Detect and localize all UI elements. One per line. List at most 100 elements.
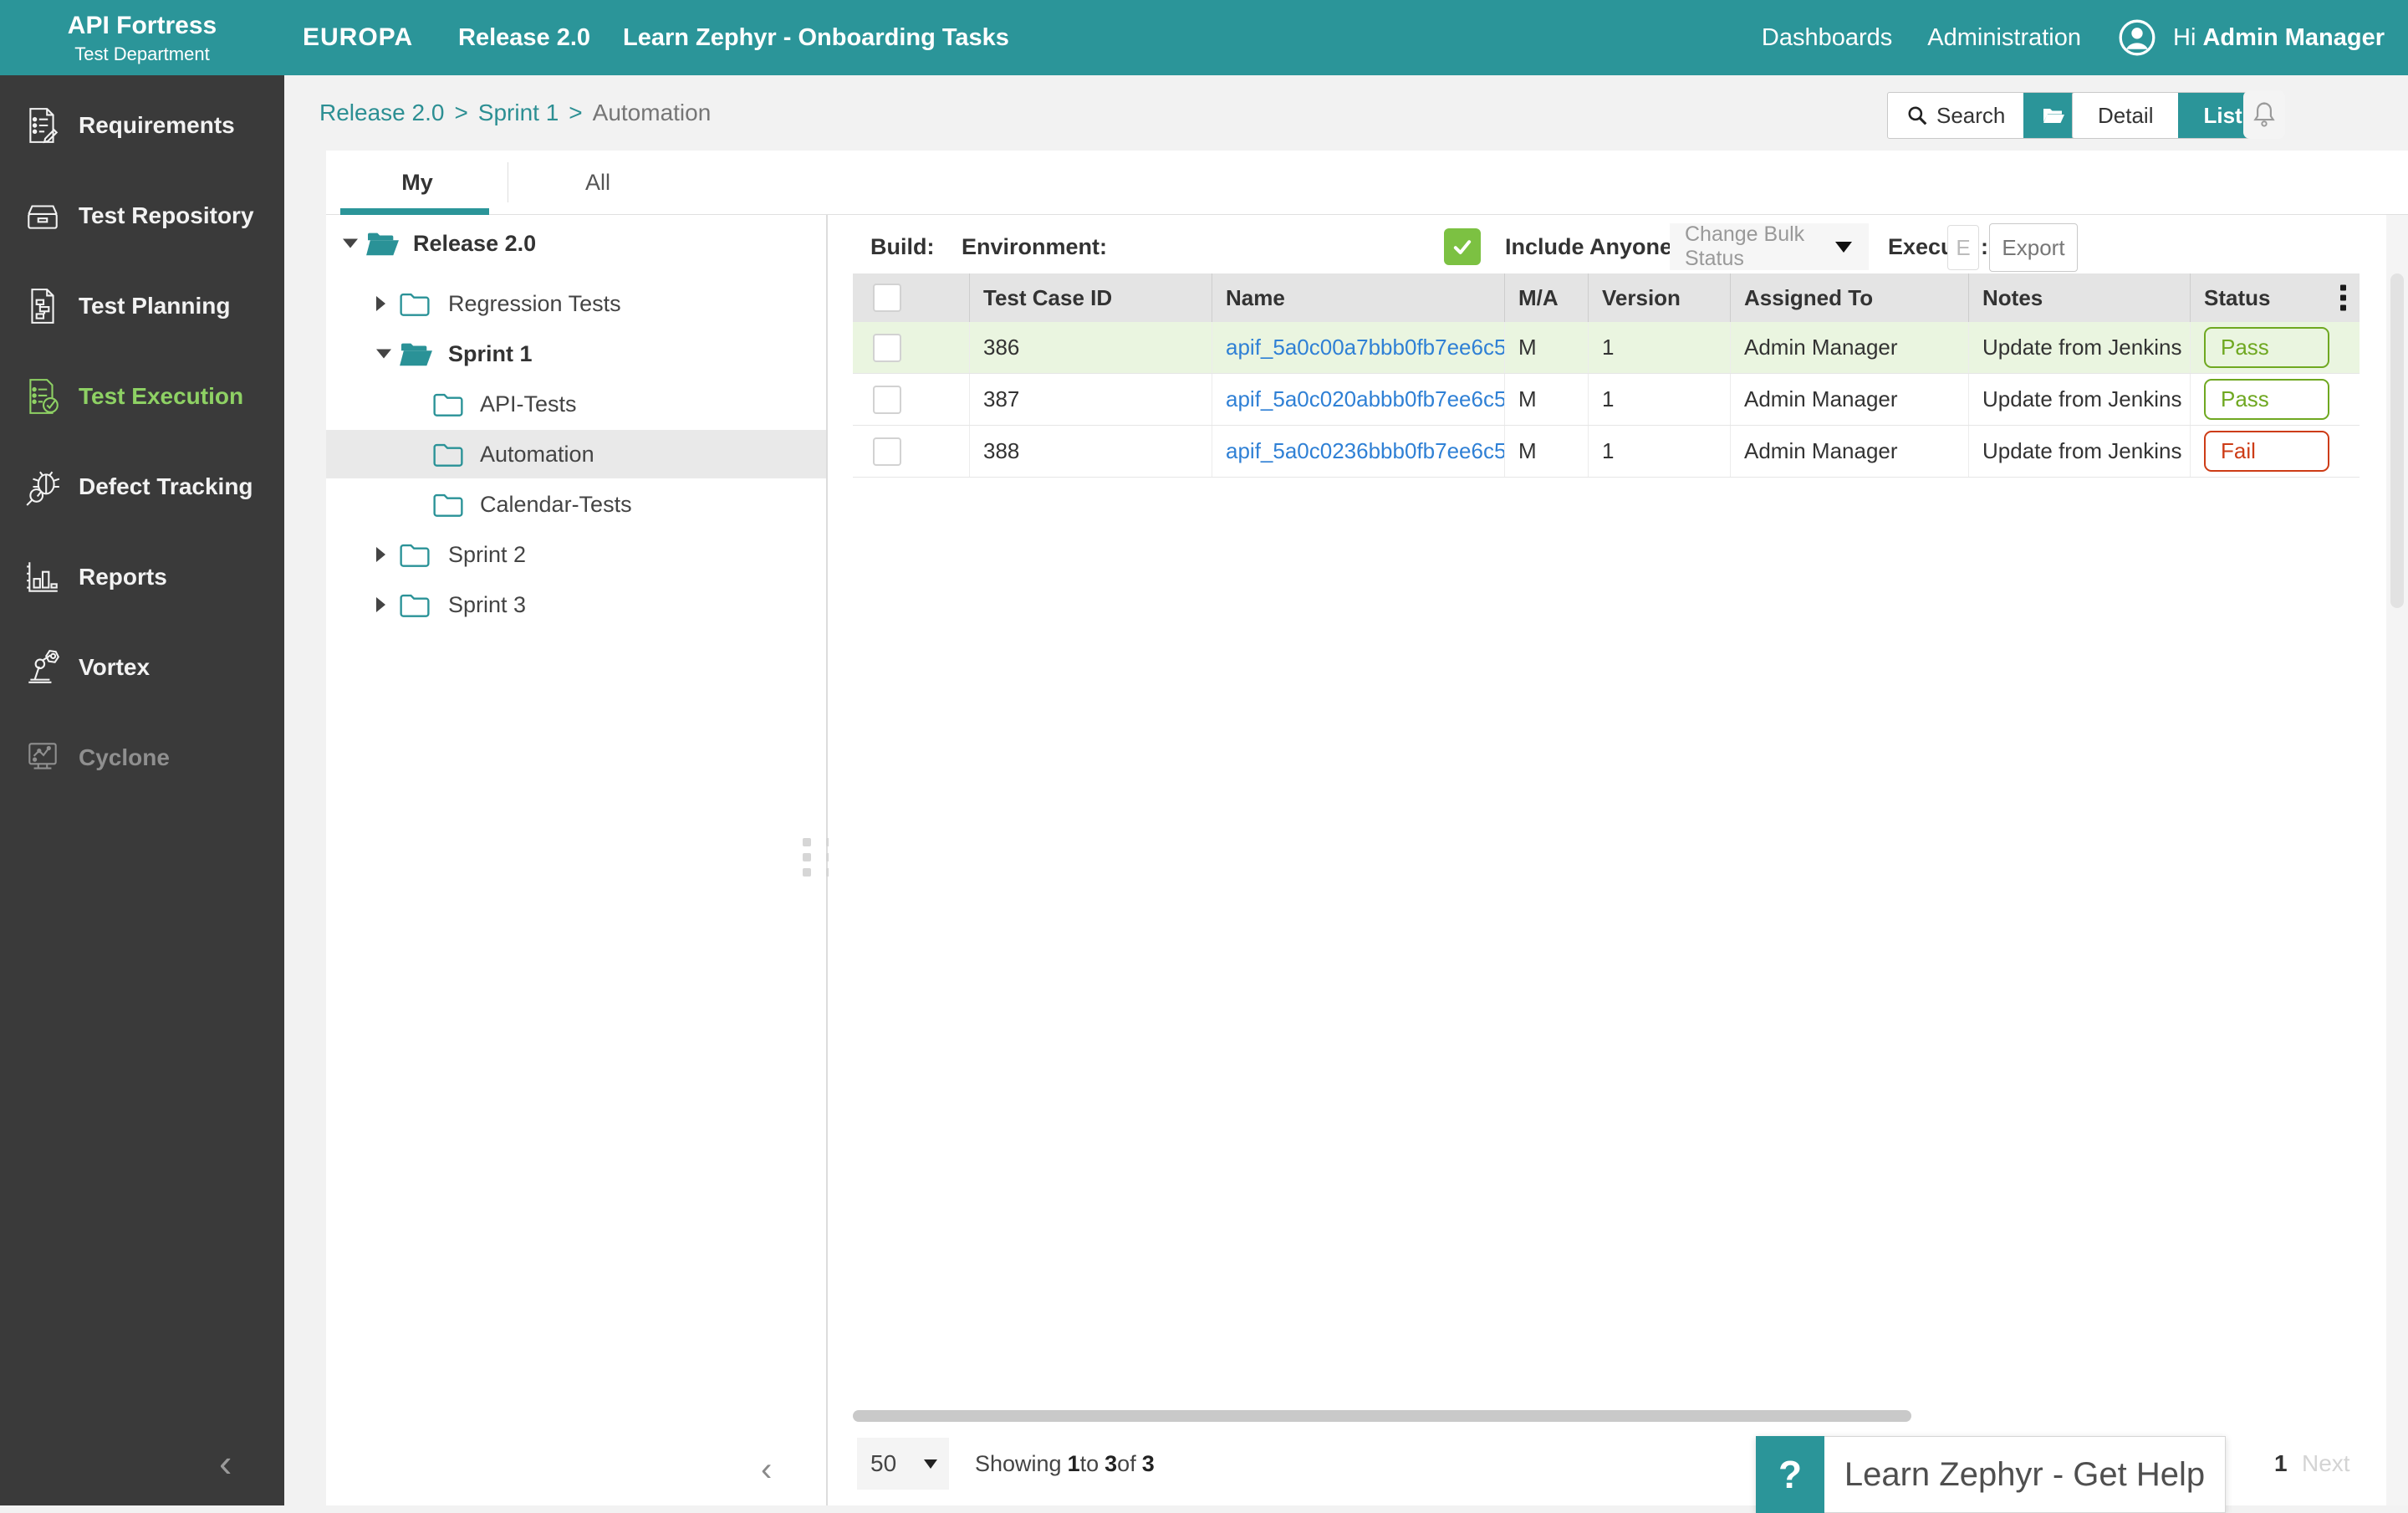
tree-item-calendar-tests[interactable]: Calendar-Tests: [326, 480, 826, 529]
sidebar: Requirements Test Repository Test Planning…: [0, 75, 284, 1505]
dashboards-link[interactable]: Dashboards: [1762, 24, 1892, 52]
sidebar-item-vortex[interactable]: Vortex: [0, 622, 284, 713]
tabs-bar: My Executions All Executions: [326, 151, 2408, 215]
tab-all-executions[interactable]: All Executions: [531, 151, 665, 214]
select-all-checkbox[interactable]: [873, 284, 901, 312]
row-checkbox[interactable]: [873, 334, 901, 362]
search-icon: [1906, 105, 1928, 126]
sidebar-item-test-execution[interactable]: Test Execution: [0, 351, 284, 442]
test-case-name-link[interactable]: apif_5a0c0236bbb0fb7ee6c5...: [1226, 438, 1505, 464]
tree-item-label: API-Tests: [480, 380, 577, 428]
cell-assigned-to: Admin Manager: [1731, 374, 1969, 425]
column-header-notes: Notes: [1969, 273, 2191, 322]
topbar-nav-release[interactable]: Release 2.0: [458, 0, 590, 75]
tree-item-sprint-2[interactable]: Sprint 2: [326, 530, 826, 579]
sidebar-item-label: Defect Tracking: [79, 473, 253, 500]
topbar-nav-project[interactable]: EUROPA: [303, 0, 413, 75]
sidebar-item-test-planning[interactable]: Test Planning: [0, 261, 284, 351]
user-avatar-icon: [2116, 17, 2158, 59]
sidebar-collapse-chevron-icon[interactable]: ‹: [219, 1440, 232, 1485]
cell-test-case-id: 388: [970, 426, 1212, 477]
tree-item-label: Sprint 2: [448, 530, 526, 579]
change-bulk-status-select[interactable]: Change Bulk Status: [1670, 223, 1869, 270]
search-button[interactable]: Search: [1888, 93, 2023, 138]
caret-down-icon[interactable]: [376, 350, 391, 359]
current-page-number[interactable]: 1: [2274, 1438, 2288, 1490]
requirements-icon: [23, 106, 62, 145]
sidebar-item-label: Requirements: [79, 112, 235, 139]
topbar: API Fortress Test Department EUROPA Rele…: [0, 0, 2408, 75]
column-options-ellipsis-icon[interactable]: [2340, 285, 2346, 311]
active-tab-underline: [340, 208, 489, 215]
sidebar-item-label: Cyclone: [79, 744, 170, 771]
tree-item-release-2-0[interactable]: Release 2.0: [326, 219, 826, 268]
export-button[interactable]: Export: [1989, 223, 2078, 272]
topbar-nav-onboarding[interactable]: Learn Zephyr - Onboarding Tasks: [623, 0, 1009, 75]
tree-item-label: Sprint 3: [448, 580, 526, 629]
sidebar-item-test-repository[interactable]: Test Repository: [0, 171, 284, 261]
sidebar-item-defect-tracking[interactable]: Defect Tracking: [0, 442, 284, 532]
sidebar-item-label: Test Execution: [79, 383, 243, 410]
test-case-name-link[interactable]: apif_5a0c00a7bbb0fb7ee6c5...: [1226, 335, 1505, 360]
administration-link[interactable]: Administration: [1927, 24, 2081, 52]
folder-icon: [398, 289, 431, 318]
cyclone-icon: [23, 739, 62, 777]
breadcrumb-link[interactable]: Release 2.0: [319, 100, 444, 125]
app-brand[interactable]: API Fortress Test Department: [0, 0, 284, 75]
cell-notes: Update from Jenkins: [1969, 374, 2191, 425]
notifications-button[interactable]: [2243, 90, 2285, 139]
tree-item-api-tests[interactable]: API-Tests: [326, 380, 826, 428]
sidebar-item-requirements[interactable]: Requirements: [0, 80, 284, 171]
tree-item-regression-tests[interactable]: Regression Tests: [326, 279, 826, 328]
caret-right-icon[interactable]: [376, 296, 385, 311]
sidebar-item-reports[interactable]: Reports: [0, 532, 284, 622]
folder-icon: [431, 490, 465, 519]
column-header-assigned-to: Assigned To: [1731, 273, 1969, 322]
status-badge[interactable]: Pass: [2204, 379, 2329, 420]
user-name: Admin Manager: [2202, 24, 2385, 51]
page-size-select[interactable]: 50: [857, 1438, 949, 1490]
sidebar-item-cyclone[interactable]: Cyclone: [0, 713, 284, 803]
test-case-name-link[interactable]: apif_5a0c020abbb0fb7ee6c5...: [1226, 386, 1505, 412]
status-badge[interactable]: Fail: [2204, 431, 2329, 472]
include-anyone-label: Include Anyone: [1505, 223, 1672, 270]
defect-tracking-icon: [23, 468, 62, 506]
caret-right-icon[interactable]: [376, 547, 385, 562]
execute-input[interactable]: E: [1947, 225, 1979, 270]
help-widget[interactable]: ? Learn Zephyr - Get Help: [1756, 1436, 2226, 1513]
tree-item-automation[interactable]: Automation: [326, 430, 826, 478]
row-checkbox[interactable]: [873, 437, 901, 466]
folder-icon: [398, 540, 431, 569]
content-card: My Executions All Executions ‹ Release 2…: [326, 151, 2408, 1505]
next-page-button[interactable]: Next: [2302, 1438, 2350, 1490]
include-anyone-checkbox[interactable]: [1444, 228, 1481, 265]
caret-down-icon[interactable]: [343, 239, 358, 248]
vertical-scrollbar-thumb[interactable]: [2390, 273, 2404, 608]
caret-right-icon[interactable]: [376, 597, 385, 612]
cell-notes: Update from Jenkins: [1969, 322, 2191, 373]
tree-collapse-chevron-icon[interactable]: ‹: [761, 1451, 772, 1489]
sidebar-item-label: Test Repository: [79, 202, 254, 229]
table-row: 386apif_5a0c00a7bbb0fb7ee6c5...M1Admin M…: [853, 322, 2360, 374]
status-badge[interactable]: Pass: [2204, 327, 2329, 368]
folder-tree-panel: ‹ Release 2.0 Regression TestsSprint 1API…: [326, 215, 826, 1505]
column-header-status: Status: [2191, 273, 2360, 322]
breadcrumb-separator: >: [569, 100, 582, 125]
sidebar-item-label: Test Planning: [79, 293, 231, 319]
vertical-scrollbar[interactable]: [2386, 215, 2408, 1505]
test-repository-icon: [23, 197, 62, 235]
row-checkbox[interactable]: [873, 386, 901, 414]
question-mark-icon: ?: [1756, 1436, 1824, 1513]
detail-list-toggle: Detail List: [2072, 92, 2268, 139]
tree-item-sprint-3[interactable]: Sprint 3: [326, 580, 826, 629]
tree-item-label: Automation: [480, 430, 594, 478]
breadcrumb-link[interactable]: Sprint 1: [478, 100, 559, 125]
breadcrumb-current: Automation: [593, 100, 712, 125]
detail-button[interactable]: Detail: [2073, 93, 2178, 138]
tree-item-sprint-1[interactable]: Sprint 1: [326, 330, 826, 378]
sidebar-nav: Requirements Test Repository Test Planning…: [0, 80, 284, 803]
tab-my-executions[interactable]: My Executions: [341, 151, 493, 214]
user-menu[interactable]: Hi Admin Manager: [2116, 17, 2385, 59]
tree-item-label: Calendar-Tests: [480, 480, 632, 529]
horizontal-scrollbar[interactable]: [853, 1410, 1911, 1422]
